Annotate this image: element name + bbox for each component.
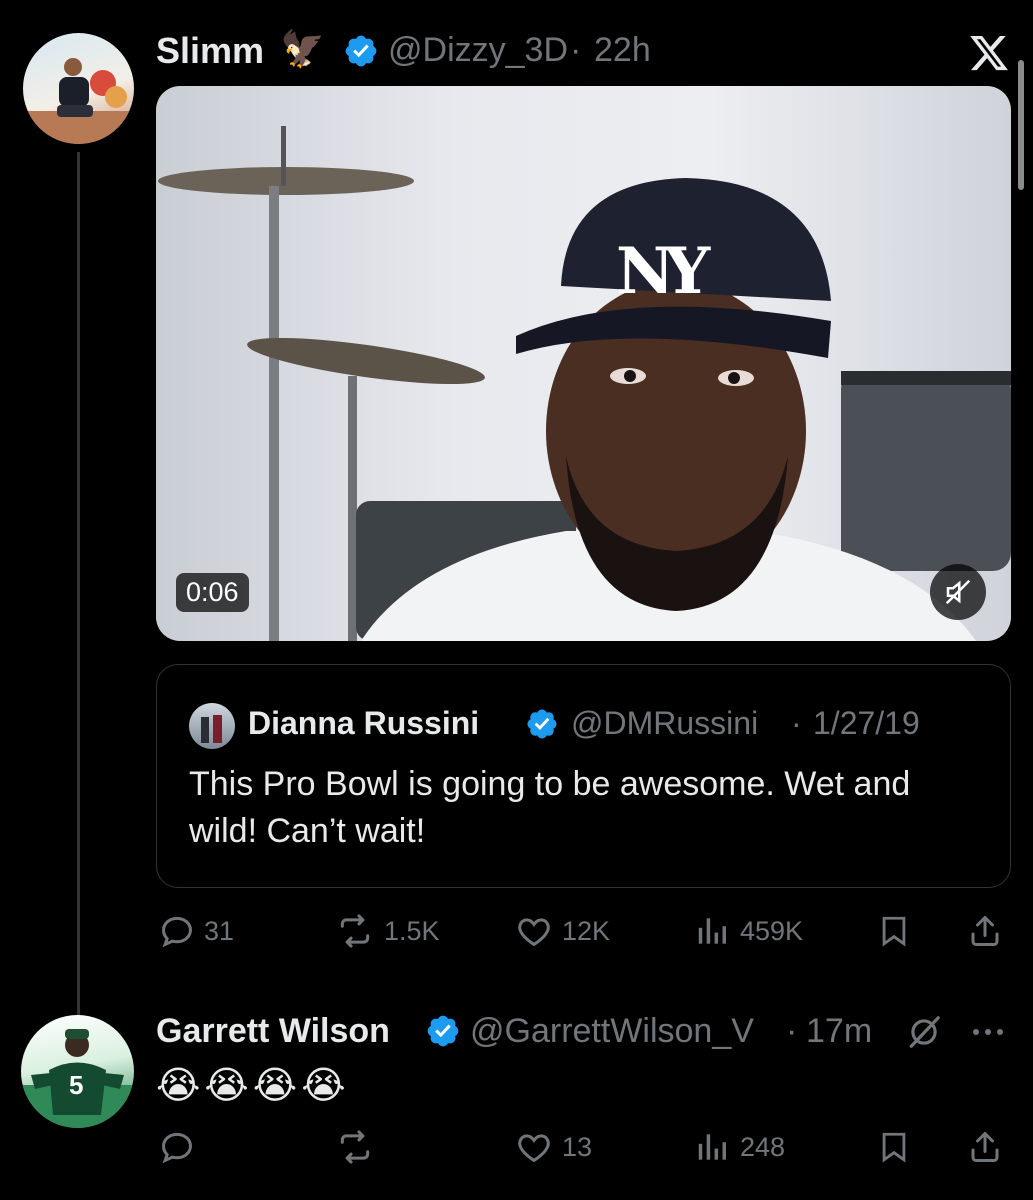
repost-button[interactable]: [334, 1128, 384, 1166]
thread-connector-line: [77, 152, 80, 1018]
avatar-garrett-wilson[interactable]: 5: [21, 1015, 134, 1128]
reply-icon: [162, 1132, 192, 1164]
heart-icon: [518, 1134, 550, 1163]
bookmark-icon: [882, 1132, 906, 1163]
jersey-number: 5: [69, 1070, 84, 1100]
repost-icon: [340, 914, 370, 948]
quoted-tweet-text: This Pro Bowl is going to be awesome. We…: [189, 765, 911, 850]
tweet-timestamp[interactable]: 22h: [594, 31, 651, 70]
x-logo-icon: [970, 35, 1008, 71]
share-icon: [971, 1132, 999, 1162]
author-display-name[interactable]: Slimm: [156, 30, 264, 72]
like-count: 13: [562, 1131, 593, 1162]
repost-icon: [340, 1130, 370, 1164]
views-button[interactable]: 248: [694, 1128, 785, 1166]
avatar-photo: [201, 715, 222, 743]
quoted-display-name[interactable]: Dianna Russini: [248, 705, 479, 742]
views-bar-chart-icon: [698, 1134, 726, 1160]
quoted-tweet-card[interactable]: Dianna Russini @DMRussini · 1/27/19 This…: [156, 664, 1011, 888]
meta-separator: ·: [570, 31, 582, 69]
heart-icon: [518, 918, 550, 947]
author-handle[interactable]: @GarrettWilson_V: [470, 1012, 754, 1051]
author-display-name[interactable]: Garrett Wilson: [156, 1012, 390, 1051]
repost-count: 1.5K: [384, 915, 440, 946]
verified-badge-icon: [527, 709, 557, 739]
video-player[interactable]: NY 0:06: [156, 86, 1011, 641]
video-duration: 0:06: [176, 573, 249, 612]
mute-toggle-button[interactable]: [930, 564, 986, 620]
eagle-emoji: 🦅: [280, 28, 325, 69]
author-handle[interactable]: @Dizzy_3D: [388, 31, 568, 70]
meta-separator: ·: [786, 1012, 798, 1050]
reply-button[interactable]: [158, 1128, 204, 1166]
grok-slash-circle-icon: [909, 1016, 940, 1048]
bookmark-button[interactable]: [874, 1126, 914, 1168]
share-icon: [971, 916, 999, 946]
grok-button[interactable]: [902, 1010, 946, 1054]
like-count: 12K: [562, 915, 611, 946]
bookmark-button[interactable]: [874, 910, 914, 952]
reply-icon: [162, 916, 192, 948]
quoted-date[interactable]: 1/27/19: [813, 705, 920, 742]
speaker-muted-icon: [945, 579, 971, 605]
verified-badge-icon: [345, 35, 377, 67]
reply-count: 31: [204, 915, 235, 946]
quoted-handle[interactable]: @DMRussini: [571, 705, 758, 742]
views-button[interactable]: 459K: [694, 912, 803, 950]
more-dots-icon: [973, 1029, 1003, 1035]
share-button[interactable]: [964, 910, 1006, 952]
quoted-author-avatar[interactable]: [189, 703, 235, 749]
x-logo-close-button[interactable]: [966, 30, 1012, 76]
bookmark-icon: [882, 916, 906, 947]
views-count: 248: [740, 1131, 786, 1162]
video-frame: [158, 126, 1011, 641]
verified-badge-icon: [427, 1015, 459, 1047]
avatar-photo: [23, 58, 134, 144]
views-count: 459K: [740, 915, 804, 946]
tweet-text: 😭😭😭😭: [156, 1065, 350, 1107]
scrollbar[interactable]: [1018, 60, 1024, 190]
repost-button[interactable]: 1.5K: [334, 912, 440, 950]
like-button[interactable]: 12K: [514, 912, 610, 950]
more-options-button[interactable]: [966, 1010, 1010, 1054]
avatar-slimm[interactable]: [23, 33, 134, 144]
meta-separator: ·: [791, 705, 802, 741]
share-button[interactable]: [964, 1126, 1006, 1168]
cap-logo: NY: [616, 234, 710, 309]
reply-button[interactable]: 31: [158, 912, 234, 950]
views-bar-chart-icon: [698, 918, 726, 944]
tweet-timestamp[interactable]: 17m: [806, 1012, 872, 1051]
like-button[interactable]: 13: [514, 1128, 592, 1166]
